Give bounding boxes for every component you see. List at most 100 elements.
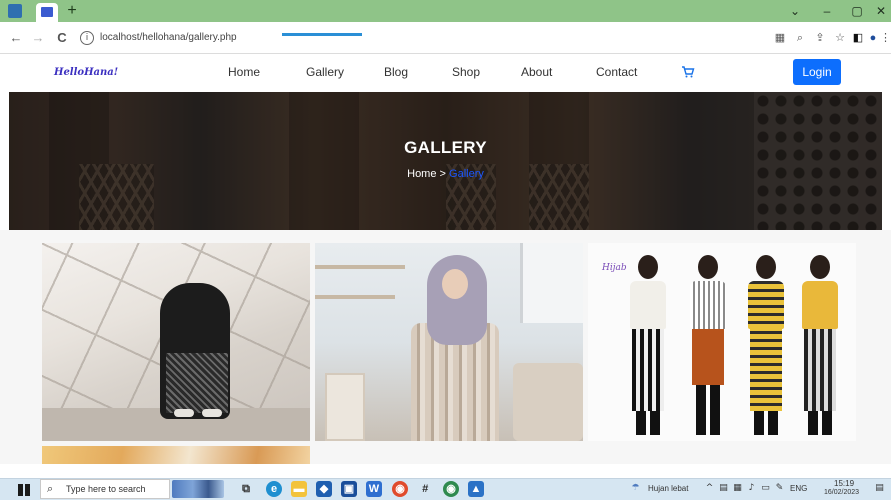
model-trousers (804, 329, 836, 411)
windows-start-icon[interactable] (18, 484, 30, 496)
breadcrumb-current: Gallery (449, 168, 484, 180)
edge-icon[interactable]: e (266, 481, 282, 497)
model-head (638, 255, 658, 279)
weather-icon[interactable]: ☂ (630, 483, 641, 494)
nav-gallery[interactable]: Gallery (306, 65, 344, 79)
model-top (630, 281, 666, 329)
photo-model-face (442, 269, 468, 299)
star-icon[interactable]: ☆ (833, 31, 847, 45)
photo-window (520, 243, 583, 323)
photos-icon[interactable]: ▲ (468, 481, 484, 497)
notification-icon[interactable]: ▤ (874, 483, 885, 494)
cart-icon[interactable] (681, 65, 695, 79)
model-boot (650, 411, 660, 435)
model-boot (808, 411, 818, 435)
hero-banner (9, 92, 882, 230)
gallery-photo[interactable]: Hijab (588, 243, 856, 441)
model-boot (710, 385, 720, 435)
forward-button[interactable]: → (30, 30, 46, 46)
battery-icon[interactable]: ▭ (760, 483, 771, 494)
search-icon: ⌕ (47, 482, 54, 495)
sidebar-icon[interactable]: ◧ (851, 31, 865, 45)
hero-overlay (9, 92, 882, 230)
model-skirt (750, 329, 782, 411)
chrome-profile-icon[interactable]: ◉ (443, 481, 459, 497)
photo-model (626, 255, 670, 435)
clock-time[interactable]: 15:19 (834, 479, 854, 488)
site-logo[interactable]: HelloHana! (54, 67, 118, 78)
hash-app-icon[interactable]: # (417, 481, 433, 497)
model-head (698, 255, 718, 279)
nav-about[interactable]: About (521, 65, 552, 79)
menu-icon[interactable]: ⋮ (880, 31, 891, 45)
close-button[interactable]: ✕ (869, 1, 891, 21)
photo-watermark: Hijab (602, 263, 627, 273)
task-view-icon[interactable]: ⧉ (238, 481, 254, 497)
share-icon[interactable]: ⇪ (813, 31, 827, 45)
photo-shelf (315, 295, 395, 299)
profile-icon[interactable]: ● (866, 31, 880, 45)
breadcrumb-home[interactable]: Home (407, 168, 436, 180)
photo-shelf (315, 265, 405, 269)
language-indicator[interactable]: ENG (790, 484, 807, 493)
page-icon[interactable]: ▦ (773, 31, 787, 45)
volume-icon[interactable]: ♪ (746, 483, 757, 494)
back-button[interactable]: ← (8, 30, 24, 46)
tray-chevron-icon[interactable]: ^ (704, 483, 715, 494)
login-button[interactable]: Login (793, 59, 841, 85)
photo-model-skirt (166, 353, 228, 413)
tab-favicon-icon[interactable] (8, 4, 22, 18)
site-favicon-icon (41, 7, 53, 17)
photo-chair (325, 373, 365, 441)
breadcrumb-separator: > (439, 168, 446, 180)
reload-button[interactable]: C (54, 30, 70, 46)
photo-model-shoe (202, 409, 222, 417)
site-navbar: HelloHana! Home Gallery Blog Shop About … (0, 54, 891, 92)
store-icon[interactable]: ◆ (316, 481, 332, 497)
weather-text[interactable]: Hujan lebat (648, 484, 688, 493)
minimize-button[interactable]: – (815, 1, 839, 21)
model-top (690, 281, 726, 329)
url-text[interactable]: localhost/hellohana/gallery.php (100, 32, 237, 43)
clock-date[interactable]: 16/02/2023 (824, 489, 859, 496)
pen-icon[interactable]: ✎ (774, 483, 785, 494)
gallery-photo[interactable] (42, 446, 310, 464)
taskbar-search-placeholder: Type here to search (66, 484, 146, 494)
nav-active-indicator (282, 33, 362, 36)
model-head (756, 255, 776, 279)
nav-blog[interactable]: Blog (384, 65, 408, 79)
gallery-photo[interactable] (42, 243, 310, 441)
tab-search-icon[interactable]: ⌄ (783, 1, 807, 21)
model-top (802, 281, 838, 329)
nav-contact[interactable]: Contact (596, 65, 637, 79)
word-icon[interactable]: W (366, 481, 382, 497)
gallery-photo[interactable] (315, 243, 583, 441)
search-highlight-image (172, 480, 224, 498)
model-top (748, 281, 784, 329)
breadcrumb: Home > Gallery (0, 168, 891, 180)
model-boot (822, 411, 832, 435)
photo-model (686, 255, 730, 435)
nav-shop[interactable]: Shop (452, 65, 480, 79)
model-skirt (692, 329, 724, 385)
site-info-icon[interactable]: i (80, 31, 94, 45)
model-boot (636, 411, 646, 435)
tray-app-icon[interactable]: ▤ (718, 483, 729, 494)
nav-home[interactable]: Home (228, 65, 260, 79)
cart-glyph (682, 66, 695, 78)
chrome-icon[interactable]: ◉ (392, 481, 408, 497)
file-explorer-icon[interactable]: ▬ (291, 481, 307, 497)
new-tab-button[interactable]: + (64, 2, 80, 20)
outlook-icon[interactable]: ▣ (341, 481, 357, 497)
model-boot (754, 411, 764, 435)
model-head (810, 255, 830, 279)
screen: + ⌄ – ▢ ✕ ← → C i localhost/hellohana/ga… (0, 0, 891, 500)
zoom-icon[interactable]: ⌕ (793, 31, 807, 45)
browser-toolbar: ← → C i localhost/hellohana/gallery.php … (0, 22, 891, 54)
model-boot (768, 411, 778, 435)
maximize-button[interactable]: ▢ (845, 1, 869, 21)
model-skirt (632, 329, 664, 411)
network-icon[interactable]: ▦ (732, 483, 743, 494)
browser-tabbar: + ⌄ – ▢ ✕ (0, 0, 891, 22)
photo-model (744, 255, 788, 435)
